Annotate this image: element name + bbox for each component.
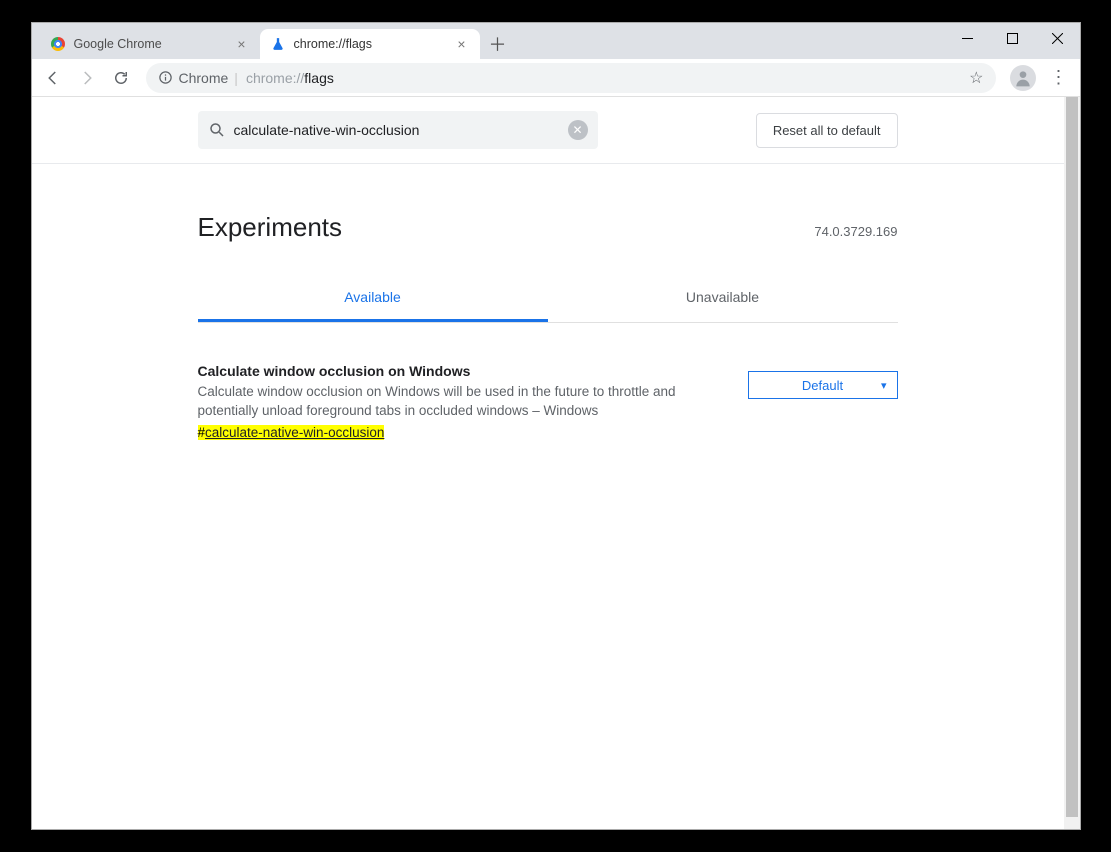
scrollbar[interactable]: [1064, 97, 1080, 829]
tab-flags[interactable]: chrome://flags ×: [260, 29, 480, 59]
bookmark-icon[interactable]: ☆: [969, 68, 983, 88]
site-info-icon[interactable]: Chrome |: [158, 70, 238, 86]
minimize-button[interactable]: [945, 23, 990, 53]
close-icon[interactable]: ×: [234, 36, 250, 52]
close-icon[interactable]: ×: [454, 36, 470, 52]
tab-unavailable[interactable]: Unavailable: [548, 275, 898, 322]
clear-search-icon[interactable]: ✕: [568, 120, 588, 140]
chrome-icon: [50, 36, 66, 52]
page-content: ✕ Reset all to default Experiments 74.0.…: [32, 97, 1064, 829]
title-bar: Google Chrome × chrome://flags × ＋: [32, 23, 1080, 59]
divider: [32, 163, 1064, 164]
back-button[interactable]: [38, 63, 68, 93]
chrome-version: 74.0.3729.169: [814, 224, 897, 239]
address-bar[interactable]: Chrome | chrome://flags ☆: [146, 63, 996, 93]
browser-window: Google Chrome × chrome://flags × ＋: [31, 22, 1081, 830]
flask-icon: [270, 36, 286, 52]
search-icon: [208, 121, 226, 139]
maximize-button[interactable]: [990, 23, 1035, 53]
flag-description: Calculate window occlusion on Windows wi…: [198, 383, 732, 421]
reset-all-button[interactable]: Reset all to default: [756, 113, 898, 148]
omnibox-url: chrome://flags: [246, 70, 334, 86]
page-title: Experiments: [198, 212, 343, 243]
flags-search-input[interactable]: [234, 122, 560, 138]
tab-label: Google Chrome: [74, 37, 234, 51]
omnibox-prefix: Chrome: [179, 70, 229, 86]
toolbar: Chrome | chrome://flags ☆ ⋮: [32, 59, 1080, 97]
tab-available[interactable]: Available: [198, 275, 548, 322]
flag-title: Calculate window occlusion on Windows: [198, 363, 732, 379]
tab-google-chrome[interactable]: Google Chrome ×: [40, 29, 260, 59]
scrollbar-thumb[interactable]: [1066, 97, 1078, 817]
flags-search[interactable]: ✕: [198, 111, 598, 149]
flag-item: Calculate window occlusion on Windows Ca…: [198, 363, 898, 440]
new-tab-button[interactable]: ＋: [484, 30, 512, 58]
reload-button[interactable]: [106, 63, 136, 93]
close-window-button[interactable]: [1035, 23, 1080, 53]
flag-anchor[interactable]: #calculate-native-win-occlusion: [198, 425, 732, 440]
forward-button[interactable]: [72, 63, 102, 93]
tab-label: chrome://flags: [294, 37, 454, 51]
menu-button[interactable]: ⋮: [1044, 63, 1074, 93]
window-controls: [945, 23, 1080, 53]
profile-avatar[interactable]: [1010, 65, 1036, 91]
flags-tabs: Available Unavailable: [198, 275, 898, 323]
tab-strip: Google Chrome × chrome://flags × ＋: [32, 23, 512, 59]
flag-state-select[interactable]: Default: [748, 371, 898, 399]
